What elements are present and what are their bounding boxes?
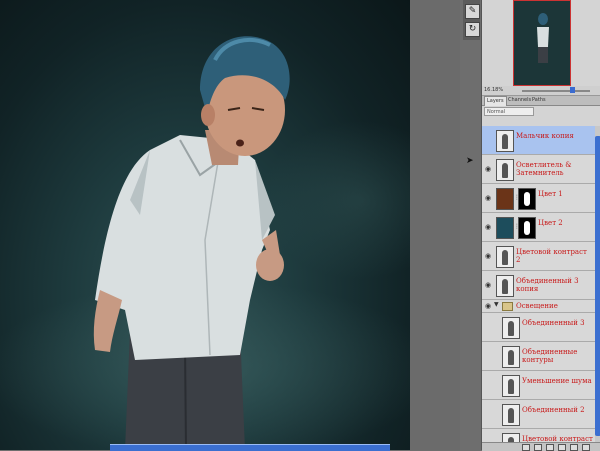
- layer-row[interactable]: Объединенный 2: [482, 400, 595, 429]
- layer-thumbnail[interactable]: [502, 433, 520, 442]
- figure-icon: [502, 134, 508, 149]
- layer-name: Цветовой контраст: [522, 435, 593, 442]
- navigator-figure-icon: [537, 13, 549, 63]
- tab-layers[interactable]: Layers: [484, 96, 507, 106]
- layer-mask-thumbnail[interactable]: [518, 188, 536, 210]
- layer-mask-thumbnail[interactable]: [518, 217, 536, 239]
- color-fill-thumbnail[interactable]: [496, 188, 514, 210]
- layer-name: Мальчик копия: [516, 132, 574, 140]
- layer-name: Осветлитель & Затемнитель: [516, 161, 572, 177]
- layer-name: Цвет 1: [538, 190, 563, 198]
- figure-icon: [502, 250, 508, 265]
- blend-mode-value: Normal: [487, 109, 506, 115]
- panel-tabs: Layers Channels Paths: [482, 96, 600, 106]
- figure-icon: [508, 350, 514, 365]
- mask-link-icon[interactable]: ⋮: [514, 194, 520, 202]
- layer-name: Объединенный 3: [522, 319, 585, 327]
- layer-thumbnail[interactable]: [502, 346, 520, 368]
- layer-thumbnail[interactable]: [496, 159, 514, 181]
- layer-name: Цвет 2: [538, 219, 563, 227]
- layer-name: Цветовой контраст 2: [516, 248, 587, 264]
- layer-name: Освещение: [516, 302, 558, 310]
- tab-paths[interactable]: Paths: [530, 96, 548, 105]
- zoom-slider-knob[interactable]: [570, 87, 575, 93]
- layer-thumbnail[interactable]: [502, 375, 520, 397]
- figure-icon: [508, 321, 514, 336]
- tool-strip: ✎ ↻: [463, 0, 480, 40]
- layer-row[interactable]: Уменьшение шума: [482, 371, 595, 400]
- mask-figure-icon: [524, 221, 530, 235]
- layer-visibility-eye-icon[interactable]: [484, 381, 492, 389]
- color-fill-thumbnail[interactable]: [496, 217, 514, 239]
- group-expand-arrow-icon[interactable]: ▼: [494, 301, 499, 308]
- scrollbar-thumb[interactable]: [595, 136, 600, 436]
- layer-thumbnail[interactable]: [502, 317, 520, 339]
- layer-visibility-eye-icon[interactable]: ◉: [484, 302, 492, 310]
- blend-mode-select[interactable]: Normal: [484, 107, 534, 116]
- layer-visibility-eye-icon[interactable]: [484, 136, 492, 144]
- mouse-cursor-icon: ➤: [466, 156, 474, 166]
- layer-visibility-eye-icon[interactable]: [484, 410, 492, 418]
- zoom-value[interactable]: 16.18%: [484, 86, 503, 95]
- mask-link-icon[interactable]: ⋮: [514, 223, 520, 231]
- layer-row[interactable]: ◉ ⋮ Цвет 2: [482, 213, 595, 242]
- layer-thumbnail[interactable]: [496, 275, 514, 297]
- figure-icon: [502, 279, 508, 294]
- mask-figure-icon: [524, 192, 530, 206]
- layer-visibility-eye-icon[interactable]: ◉: [484, 281, 492, 289]
- layer-row[interactable]: ◉ ⋮ Цвет 1: [482, 184, 595, 213]
- layer-row[interactable]: Мальчик копия: [482, 126, 595, 155]
- layer-name: Объединенный 2: [522, 406, 585, 414]
- figure-icon: [502, 163, 508, 178]
- layer-name: Объединенный 3 копия: [516, 277, 579, 293]
- navigator-zoom-row: 16.18%: [482, 86, 600, 96]
- layers-list: Мальчик копия ◉ Осветлитель & Затемнитель ◉…: [482, 126, 595, 442]
- layer-row[interactable]: ◉ Цветовой контраст 2: [482, 242, 595, 271]
- layer-visibility-eye-icon[interactable]: [484, 323, 492, 331]
- layer-row[interactable]: Объединенные контуры: [482, 342, 595, 371]
- navigator-thumbnail[interactable]: [513, 0, 571, 86]
- figure-icon: [508, 379, 514, 394]
- layers-vertical-scrollbar[interactable]: [595, 126, 600, 442]
- layer-name: Уменьшение шума: [522, 377, 592, 385]
- right-panel: 16.18% Layers Channels Paths Normal Маль…: [481, 0, 600, 451]
- layer-row[interactable]: ◉ Осветлитель & Затемнитель: [482, 155, 595, 184]
- document-canvas[interactable]: [0, 0, 410, 450]
- layer-name: Объединенные контуры: [522, 348, 578, 364]
- layer-visibility-eye-icon[interactable]: ◉: [484, 194, 492, 202]
- layer-thumbnail[interactable]: [502, 404, 520, 426]
- canvas-gutter: [410, 0, 460, 450]
- blend-mode-row: Normal: [482, 106, 600, 116]
- history-brush-icon[interactable]: ↻: [465, 22, 480, 37]
- brush-tool-icon[interactable]: ✎: [465, 4, 480, 19]
- layer-visibility-eye-icon[interactable]: [484, 352, 492, 360]
- boy-photo: [93, 36, 290, 450]
- layer-row[interactable]: Цветовой контраст: [482, 429, 595, 442]
- lock-row: [482, 116, 600, 125]
- layer-row[interactable]: Объединенный 3: [482, 313, 595, 342]
- layer-visibility-eye-icon[interactable]: ◉: [484, 252, 492, 260]
- layer-row[interactable]: ◉ ▼ Освещение: [482, 300, 595, 313]
- zoom-slider[interactable]: [522, 90, 590, 92]
- layer-visibility-eye-icon[interactable]: ◉: [484, 165, 492, 173]
- folder-icon: [502, 302, 513, 311]
- layer-thumbnail[interactable]: [496, 246, 514, 268]
- layer-visibility-eye-icon[interactable]: ◉: [484, 223, 492, 231]
- layer-row[interactable]: ◉ Объединенный 3 копия: [482, 271, 595, 300]
- layer-thumbnail[interactable]: [496, 130, 514, 152]
- figure-icon: [508, 408, 514, 423]
